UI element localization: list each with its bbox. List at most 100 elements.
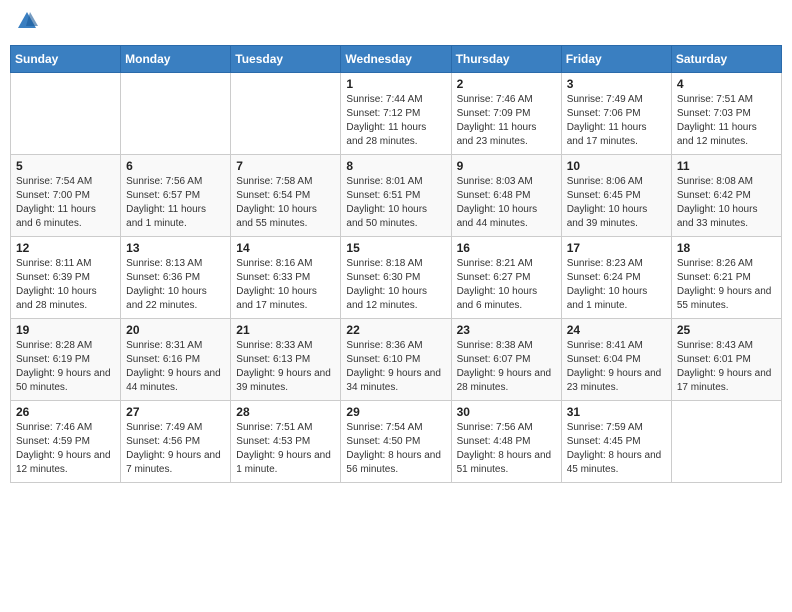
day-number: 5	[16, 159, 115, 173]
day-number: 2	[457, 77, 556, 91]
day-number: 16	[457, 241, 556, 255]
day-number: 27	[126, 405, 225, 419]
calendar-cell: 3 Sunrise: 7:49 AM Sunset: 7:06 PM Daylig…	[561, 73, 671, 155]
cell-content: Sunrise: 8:11 AM Sunset: 6:39 PM Dayligh…	[16, 257, 115, 313]
calendar-cell: 13Sunrise: 8:13 AM Sunset: 6:36 PM Dayli…	[121, 237, 231, 319]
cell-content: Sunrise: 7:54 AM Sunset: 7:00 PM Dayligh…	[16, 175, 115, 231]
cell-content: Sunrise: 8:16 AM Sunset: 6:33 PM Dayligh…	[236, 257, 335, 313]
day-number: 7	[236, 159, 335, 173]
cell-content: Sunrise: 7:46 AM Sunset: 7:09 PM Dayligh…	[457, 93, 556, 149]
calendar-cell: 25Sunrise: 8:43 AM Sunset: 6:01 PM Dayli…	[671, 319, 781, 401]
cell-content: Sunrise: 7:49 AM Sunset: 7:06 PM Dayligh…	[567, 93, 666, 149]
page-header	[10, 10, 782, 37]
cell-content: Sunrise: 8:33 AM Sunset: 6:13 PM Dayligh…	[236, 339, 335, 395]
day-number: 9	[457, 159, 556, 173]
cell-content: Sunrise: 7:56 AM Sunset: 6:57 PM Dayligh…	[126, 175, 225, 231]
calendar-cell: 21Sunrise: 8:33 AM Sunset: 6:13 PM Dayli…	[231, 319, 341, 401]
calendar-cell: 27 Sunrise: 7:49 AM Sunset: 4:56 PM Dayli…	[121, 401, 231, 483]
cell-content: Sunrise: 8:41 AM Sunset: 6:04 PM Dayligh…	[567, 339, 666, 395]
cell-content: Sunrise: 8:43 AM Sunset: 6:01 PM Dayligh…	[677, 339, 776, 395]
week-row-1: 1Sunrise: 7:44 AM Sunset: 7:12 PM Daylig…	[11, 73, 782, 155]
calendar-table: SundayMondayTuesdayWednesdayThursdayFrid…	[10, 45, 782, 483]
day-number: 26	[16, 405, 115, 419]
calendar-cell: 26Sunrise: 7:46 AM Sunset: 4:59 PM Dayli…	[11, 401, 121, 483]
week-row-2: 5 Sunrise: 7:54 AM Sunset: 7:00 PM Daylig…	[11, 155, 782, 237]
calendar-cell: 10 Sunrise: 8:06 AM Sunset: 6:45 PM Dayli…	[561, 155, 671, 237]
column-header-sunday: Sunday	[11, 46, 121, 73]
day-number: 20	[126, 323, 225, 337]
day-number: 23	[457, 323, 556, 337]
calendar-cell: 12 Sunrise: 8:11 AM Sunset: 6:39 PM Dayli…	[11, 237, 121, 319]
cell-content: Sunrise: 8:08 AM Sunset: 6:42 PM Dayligh…	[677, 175, 776, 231]
calendar-cell: 20 Sunrise: 8:31 AM Sunset: 6:16 PM Dayli…	[121, 319, 231, 401]
calendar-cell: 6Sunrise: 7:56 AM Sunset: 6:57 PM Daylig…	[121, 155, 231, 237]
calendar-cell: 7 Sunrise: 7:58 AM Sunset: 6:54 PM Daylig…	[231, 155, 341, 237]
column-header-friday: Friday	[561, 46, 671, 73]
day-number: 8	[346, 159, 445, 173]
calendar-cell	[11, 73, 121, 155]
day-number: 1	[346, 77, 445, 91]
day-number: 12	[16, 241, 115, 255]
logo	[14, 10, 38, 37]
cell-content: Sunrise: 7:56 AM Sunset: 4:48 PM Dayligh…	[457, 421, 556, 477]
day-number: 18	[677, 241, 776, 255]
column-header-monday: Monday	[121, 46, 231, 73]
logo-icon	[16, 10, 38, 32]
cell-content: Sunrise: 8:26 AM Sunset: 6:21 PM Dayligh…	[677, 257, 776, 313]
day-number: 14	[236, 241, 335, 255]
cell-content: Sunrise: 8:28 AM Sunset: 6:19 PM Dayligh…	[16, 339, 115, 395]
cell-content: Sunrise: 8:18 AM Sunset: 6:30 PM Dayligh…	[346, 257, 445, 313]
cell-content: Sunrise: 7:58 AM Sunset: 6:54 PM Dayligh…	[236, 175, 335, 231]
calendar-cell: 15 Sunrise: 8:18 AM Sunset: 6:30 PM Dayli…	[341, 237, 451, 319]
calendar-cell: 2 Sunrise: 7:46 AM Sunset: 7:09 PM Daylig…	[451, 73, 561, 155]
week-row-4: 19Sunrise: 8:28 AM Sunset: 6:19 PM Dayli…	[11, 319, 782, 401]
day-number: 11	[677, 159, 776, 173]
calendar-cell: 19Sunrise: 8:28 AM Sunset: 6:19 PM Dayli…	[11, 319, 121, 401]
day-number: 17	[567, 241, 666, 255]
calendar-cell	[121, 73, 231, 155]
day-number: 10	[567, 159, 666, 173]
cell-content: Sunrise: 7:54 AM Sunset: 4:50 PM Dayligh…	[346, 421, 445, 477]
cell-content: Sunrise: 8:23 AM Sunset: 6:24 PM Dayligh…	[567, 257, 666, 313]
calendar-cell: 18 Sunrise: 8:26 AM Sunset: 6:21 PM Dayli…	[671, 237, 781, 319]
cell-content: Sunrise: 8:03 AM Sunset: 6:48 PM Dayligh…	[457, 175, 556, 231]
day-number: 22	[346, 323, 445, 337]
calendar-cell: 17 Sunrise: 8:23 AM Sunset: 6:24 PM Dayli…	[561, 237, 671, 319]
day-number: 28	[236, 405, 335, 419]
calendar-cell: 22 Sunrise: 8:36 AM Sunset: 6:10 PM Dayli…	[341, 319, 451, 401]
cell-content: Sunrise: 8:31 AM Sunset: 6:16 PM Dayligh…	[126, 339, 225, 395]
day-number: 4	[677, 77, 776, 91]
cell-content: Sunrise: 7:51 AM Sunset: 4:53 PM Dayligh…	[236, 421, 335, 477]
cell-content: Sunrise: 8:38 AM Sunset: 6:07 PM Dayligh…	[457, 339, 556, 395]
calendar-cell: 1Sunrise: 7:44 AM Sunset: 7:12 PM Daylig…	[341, 73, 451, 155]
calendar-cell: 28 Sunrise: 7:51 AM Sunset: 4:53 PM Dayli…	[231, 401, 341, 483]
week-row-5: 26Sunrise: 7:46 AM Sunset: 4:59 PM Dayli…	[11, 401, 782, 483]
cell-content: Sunrise: 7:51 AM Sunset: 7:03 PM Dayligh…	[677, 93, 776, 149]
calendar-cell: 11 Sunrise: 8:08 AM Sunset: 6:42 PM Dayli…	[671, 155, 781, 237]
calendar-cell	[231, 73, 341, 155]
calendar-cell	[671, 401, 781, 483]
day-number: 30	[457, 405, 556, 419]
column-header-saturday: Saturday	[671, 46, 781, 73]
column-header-wednesday: Wednesday	[341, 46, 451, 73]
calendar-cell: 5 Sunrise: 7:54 AM Sunset: 7:00 PM Daylig…	[11, 155, 121, 237]
day-number: 15	[346, 241, 445, 255]
calendar-cell: 4 Sunrise: 7:51 AM Sunset: 7:03 PM Daylig…	[671, 73, 781, 155]
day-number: 3	[567, 77, 666, 91]
calendar-cell: 29Sunrise: 7:54 AM Sunset: 4:50 PM Dayli…	[341, 401, 451, 483]
cell-content: Sunrise: 8:01 AM Sunset: 6:51 PM Dayligh…	[346, 175, 445, 231]
cell-content: Sunrise: 8:36 AM Sunset: 6:10 PM Dayligh…	[346, 339, 445, 395]
calendar-cell: 24 Sunrise: 8:41 AM Sunset: 6:04 PM Dayli…	[561, 319, 671, 401]
cell-content: Sunrise: 7:59 AM Sunset: 4:45 PM Dayligh…	[567, 421, 666, 477]
calendar-cell: 31 Sunrise: 7:59 AM Sunset: 4:45 PM Dayli…	[561, 401, 671, 483]
calendar-cell: 9 Sunrise: 8:03 AM Sunset: 6:48 PM Daylig…	[451, 155, 561, 237]
cell-content: Sunrise: 8:06 AM Sunset: 6:45 PM Dayligh…	[567, 175, 666, 231]
header-row: SundayMondayTuesdayWednesdayThursdayFrid…	[11, 46, 782, 73]
calendar-cell: 23 Sunrise: 8:38 AM Sunset: 6:07 PM Dayli…	[451, 319, 561, 401]
day-number: 24	[567, 323, 666, 337]
cell-content: Sunrise: 7:49 AM Sunset: 4:56 PM Dayligh…	[126, 421, 225, 477]
calendar-cell: 8 Sunrise: 8:01 AM Sunset: 6:51 PM Daylig…	[341, 155, 451, 237]
cell-content: Sunrise: 8:21 AM Sunset: 6:27 PM Dayligh…	[457, 257, 556, 313]
day-number: 31	[567, 405, 666, 419]
cell-content: Sunrise: 8:13 AM Sunset: 6:36 PM Dayligh…	[126, 257, 225, 313]
